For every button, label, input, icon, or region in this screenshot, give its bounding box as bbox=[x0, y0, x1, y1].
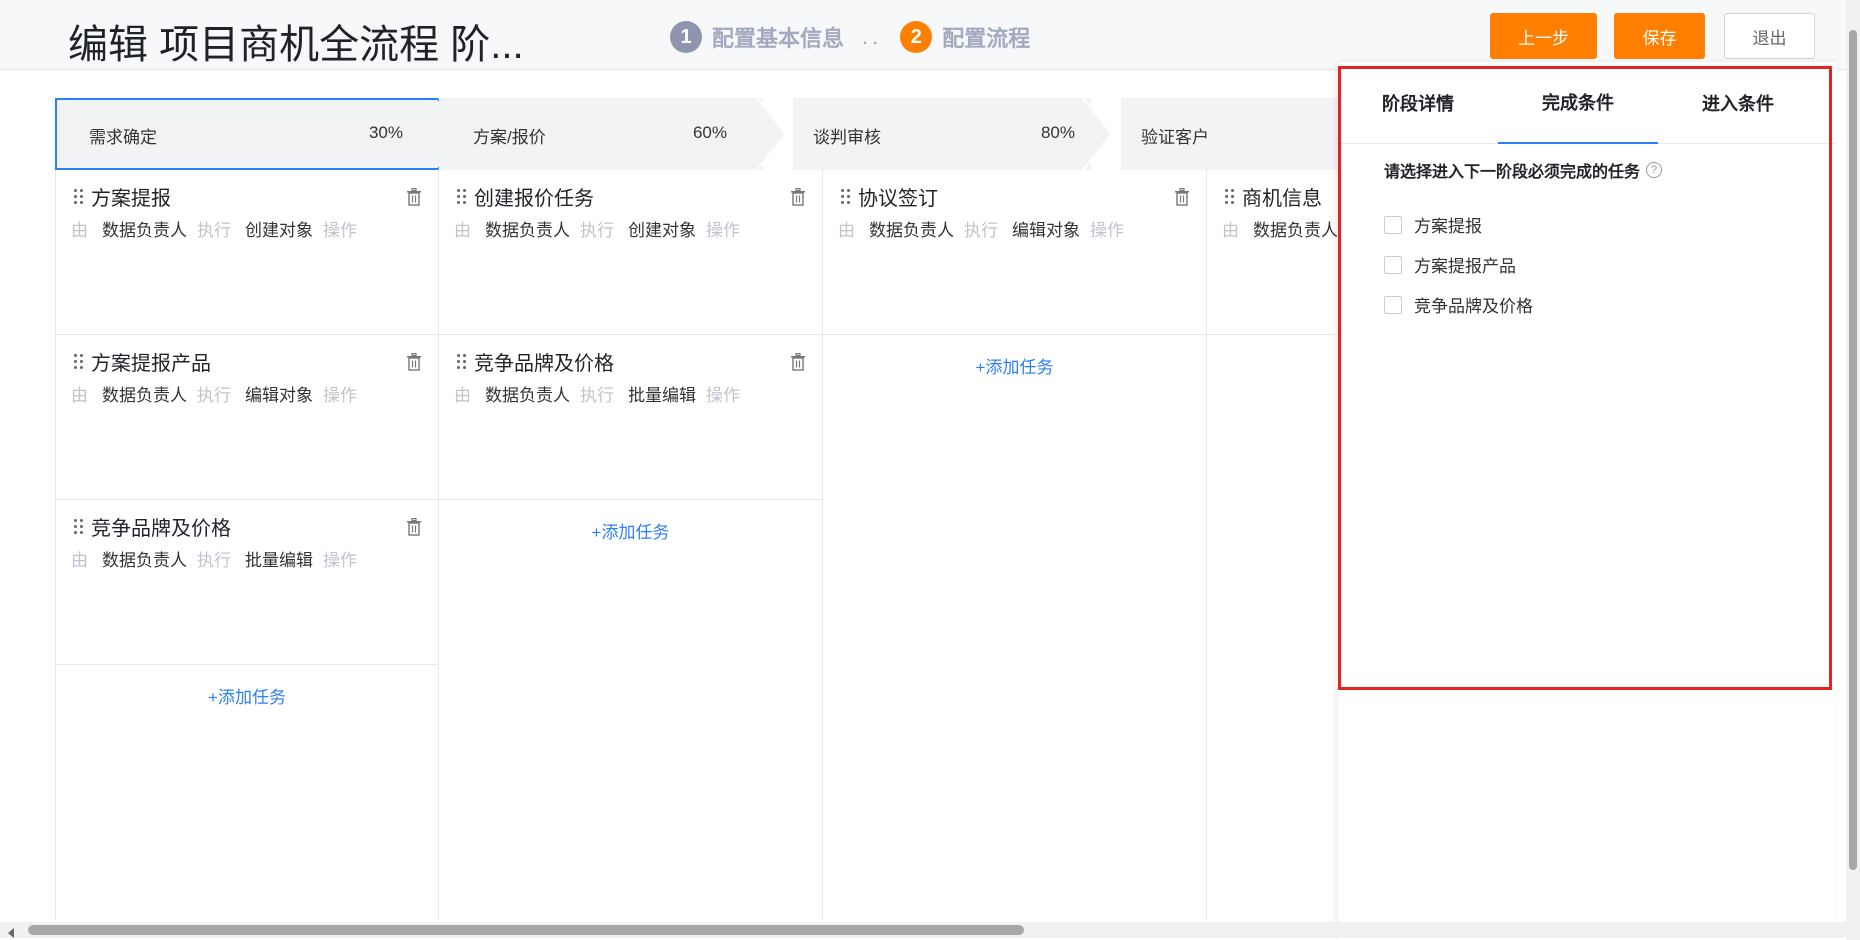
panel-tabs: 阶段详情 完成条件 进入条件 bbox=[1338, 62, 1836, 144]
stage-name: 方案/报价 bbox=[473, 128, 546, 147]
stage-name: 需求确定 bbox=[89, 128, 157, 147]
checkbox[interactable] bbox=[1384, 255, 1402, 274]
step-1-label[interactable]: 配置基本信息 bbox=[712, 21, 844, 53]
task-name: 方案提报 bbox=[91, 188, 171, 210]
checkbox-label: 方案提报产品 bbox=[1414, 257, 1516, 276]
task-card[interactable]: 竞争品牌及价格 由数据负责人 执行 批量编辑 操作 bbox=[56, 500, 438, 665]
step-separator: .. bbox=[862, 24, 883, 49]
task-checkbox-row[interactable]: 竞争品牌及价格 bbox=[1384, 292, 1533, 317]
add-task-button[interactable]: +添加任务 bbox=[823, 335, 1206, 395]
stage-bar: 需求确定 30% 方案/报价 60% 谈判审核 80% 验证客户 bbox=[55, 98, 1360, 170]
task-meta: 由数据负责人 执行 创建对象 操作 bbox=[454, 221, 740, 240]
stage-header-3[interactable]: 谈判审核 80% bbox=[793, 98, 1113, 170]
stage-settings-panel: 阶段详情 完成条件 进入条件 请选择进入下一阶段必须完成的任务 ? 方案提报 方… bbox=[1338, 62, 1836, 940]
trash-icon[interactable] bbox=[406, 188, 422, 206]
add-task-button[interactable]: +添加任务 bbox=[439, 500, 822, 560]
checkbox[interactable] bbox=[1384, 295, 1402, 314]
panel-hint-text: 请选择进入下一阶段必须完成的任务 bbox=[1384, 164, 1641, 181]
step-1-number: 1 bbox=[670, 21, 702, 53]
tab-stage-details[interactable]: 阶段详情 bbox=[1338, 62, 1498, 144]
task-name: 商机信息 bbox=[1242, 188, 1322, 210]
task-checkbox-row[interactable]: 方案提报产品 bbox=[1384, 252, 1516, 277]
task-card[interactable]: 竞争品牌及价格 由数据负责人 执行 批量编辑 操作 bbox=[439, 335, 822, 500]
trash-icon[interactable] bbox=[406, 518, 422, 536]
task-card[interactable]: 方案提报产品 由数据负责人 执行 编辑对象 操作 bbox=[56, 335, 438, 500]
stage-column-3: 协议签订 由数据负责人 执行 编辑对象 操作 +添加任务 bbox=[823, 170, 1207, 920]
task-meta: 由数据负责人 执行 批量编辑 操作 bbox=[71, 551, 357, 570]
step-indicator: 1 配置基本信息 .. 2 配置流程 bbox=[670, 20, 1030, 54]
task-name: 方案提报产品 bbox=[91, 353, 211, 375]
task-name: 创建报价任务 bbox=[474, 188, 594, 210]
trash-icon[interactable] bbox=[790, 353, 806, 371]
checkbox-label: 方案提报 bbox=[1414, 217, 1482, 236]
drag-handle-icon[interactable] bbox=[74, 189, 84, 207]
drag-handle-icon[interactable] bbox=[74, 354, 84, 372]
trash-icon[interactable] bbox=[1174, 188, 1190, 206]
horizontal-scrollbar[interactable] bbox=[0, 922, 1848, 938]
tab-entry-conditions[interactable]: 进入条件 bbox=[1658, 62, 1818, 144]
task-meta: 由数据负责人 执行 编辑对象 操作 bbox=[71, 386, 357, 405]
trash-icon[interactable] bbox=[790, 188, 806, 206]
stage-arrow-icon bbox=[757, 98, 787, 170]
add-task-button[interactable]: +添加任务 bbox=[56, 665, 438, 725]
tab-completion-conditions[interactable]: 完成条件 bbox=[1498, 62, 1658, 144]
drag-handle-icon[interactable] bbox=[457, 189, 467, 207]
stage-board: 需求确定 30% 方案/报价 60% 谈判审核 80% 验证客户 方案提报 由 … bbox=[55, 98, 1360, 920]
exit-button[interactable]: 退出 bbox=[1724, 13, 1815, 59]
stage-header-2[interactable]: 方案/报价 60% bbox=[439, 98, 787, 170]
drag-handle-icon[interactable] bbox=[1225, 189, 1235, 207]
task-card[interactable]: 创建报价任务 由数据负责人 执行 创建对象 操作 bbox=[439, 170, 822, 335]
task-meta: 由数据负责人 执行 创建对象 操作 bbox=[71, 221, 357, 240]
stage-column-1: 方案提报 由数据负责人 执行 创建对象 操作 方案提报产品 由数据负责人 执行 编辑对象操… bbox=[55, 170, 439, 920]
checkbox-label: 竞争品牌及价格 bbox=[1414, 297, 1533, 316]
task-name: 竞争品牌及价格 bbox=[91, 518, 231, 540]
vertical-scrollbar[interactable] bbox=[1846, 0, 1860, 940]
vertical-scroll-thumb[interactable] bbox=[1849, 30, 1857, 870]
stage-name: 验证客户 bbox=[1141, 128, 1209, 147]
stage-percent: 80% bbox=[1040, 123, 1075, 142]
task-meta: 由数据负责人 执行 批量编辑 操作 bbox=[454, 386, 740, 405]
stage-header-1[interactable]: 需求确定 30% bbox=[55, 98, 468, 170]
task-card[interactable]: 方案提报 由数据负责人 执行 创建对象 操作 bbox=[56, 170, 438, 335]
step-2-label[interactable]: 配置流程 bbox=[942, 21, 1030, 53]
task-name: 竞争品牌及价格 bbox=[474, 353, 614, 375]
stage-column-2: 创建报价任务 由数据负责人 执行 创建对象 操作 竞争品牌及价格 由数据负责人 执行 批量… bbox=[439, 170, 823, 920]
checkbox[interactable] bbox=[1384, 215, 1402, 234]
panel-hint: 请选择进入下一阶段必须完成的任务 ? bbox=[1384, 158, 1663, 182]
task-meta: 由数据负责人 执行 编辑对象 操作 bbox=[838, 221, 1124, 240]
page-header: 编辑 项目商机全流程 阶... 1 配置基本信息 .. 2 配置流程 上一步 保… bbox=[0, 0, 1860, 70]
page-title: 编辑 项目商机全流程 阶... bbox=[68, 23, 524, 67]
save-button[interactable]: 保存 bbox=[1614, 13, 1705, 59]
task-card[interactable]: 协议签订 由数据负责人 执行 编辑对象 操作 bbox=[823, 170, 1206, 335]
help-icon[interactable]: ? bbox=[1646, 162, 1663, 178]
stage-percent: 30% bbox=[368, 123, 403, 142]
stage-name: 谈判审核 bbox=[813, 128, 881, 147]
step-2-number: 2 bbox=[900, 21, 933, 53]
horizontal-scroll-thumb[interactable] bbox=[28, 925, 1024, 935]
previous-step-button[interactable]: 上一步 bbox=[1490, 13, 1597, 59]
drag-handle-icon[interactable] bbox=[841, 189, 851, 207]
stage-percent: 60% bbox=[692, 123, 727, 142]
drag-handle-icon[interactable] bbox=[457, 354, 467, 372]
scroll-left-arrow-icon[interactable] bbox=[8, 928, 14, 938]
trash-icon[interactable] bbox=[406, 353, 422, 371]
task-checkbox-row[interactable]: 方案提报 bbox=[1384, 212, 1482, 237]
task-name: 协议签订 bbox=[858, 188, 938, 210]
stage-header-4[interactable]: 验证客户 bbox=[1121, 98, 1360, 170]
stage-arrow-icon bbox=[1083, 98, 1113, 170]
drag-handle-icon[interactable] bbox=[74, 519, 84, 537]
